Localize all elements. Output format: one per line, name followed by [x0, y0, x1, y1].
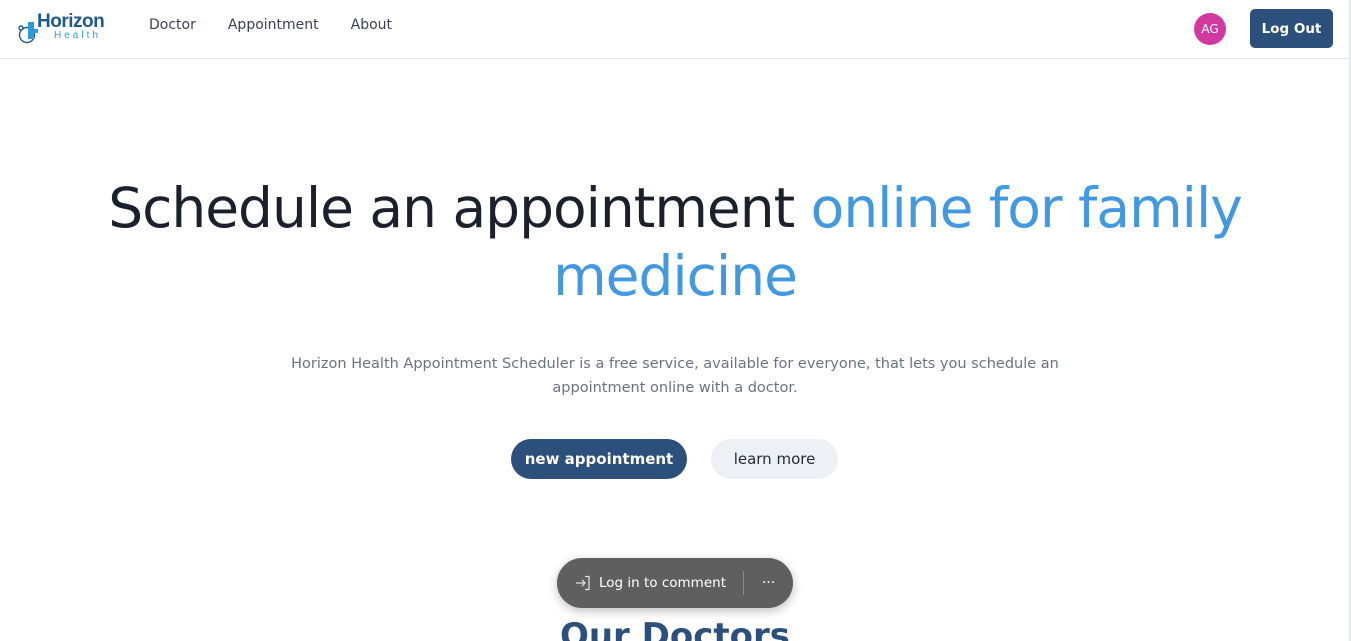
user-avatar[interactable]: AG	[1194, 13, 1226, 45]
nav-link-doctor[interactable]: Doctor	[149, 16, 196, 34]
hero-subtitle: Horizon Health Appointment Scheduler is …	[291, 356, 1059, 396]
hero-title: Schedule an appointment online for famil…	[100, 174, 1250, 310]
main-nav: Doctor Appointment About	[149, 16, 424, 34]
sign-in-icon	[576, 575, 590, 591]
top-navbar: Horizon Health Doctor Appointment About …	[0, 0, 1349, 59]
logout-button[interactable]: Log Out	[1250, 9, 1333, 48]
log-in-to-comment-label: Log in to comment	[599, 575, 726, 591]
page: Horizon Health Doctor Appointment About …	[0, 0, 1351, 641]
hero-title-main: Schedule an appointment	[108, 176, 811, 240]
new-appointment-button[interactable]: new appointment	[511, 439, 687, 479]
learn-more-button[interactable]: learn more	[711, 439, 838, 479]
logo-text-health: Health	[54, 30, 101, 41]
log-in-to-comment-button[interactable]: Log in to comment	[557, 558, 743, 608]
horizon-health-logo[interactable]: Horizon Health	[18, 11, 105, 47]
more-options-icon[interactable]: ···	[744, 558, 793, 608]
nav-link-about[interactable]: About	[351, 16, 392, 34]
nav-link-appointment[interactable]: Appointment	[228, 16, 319, 34]
comment-toolbar: Log in to comment ···	[557, 558, 793, 608]
our-doctors-heading: Our Doctors	[559, 616, 791, 641]
